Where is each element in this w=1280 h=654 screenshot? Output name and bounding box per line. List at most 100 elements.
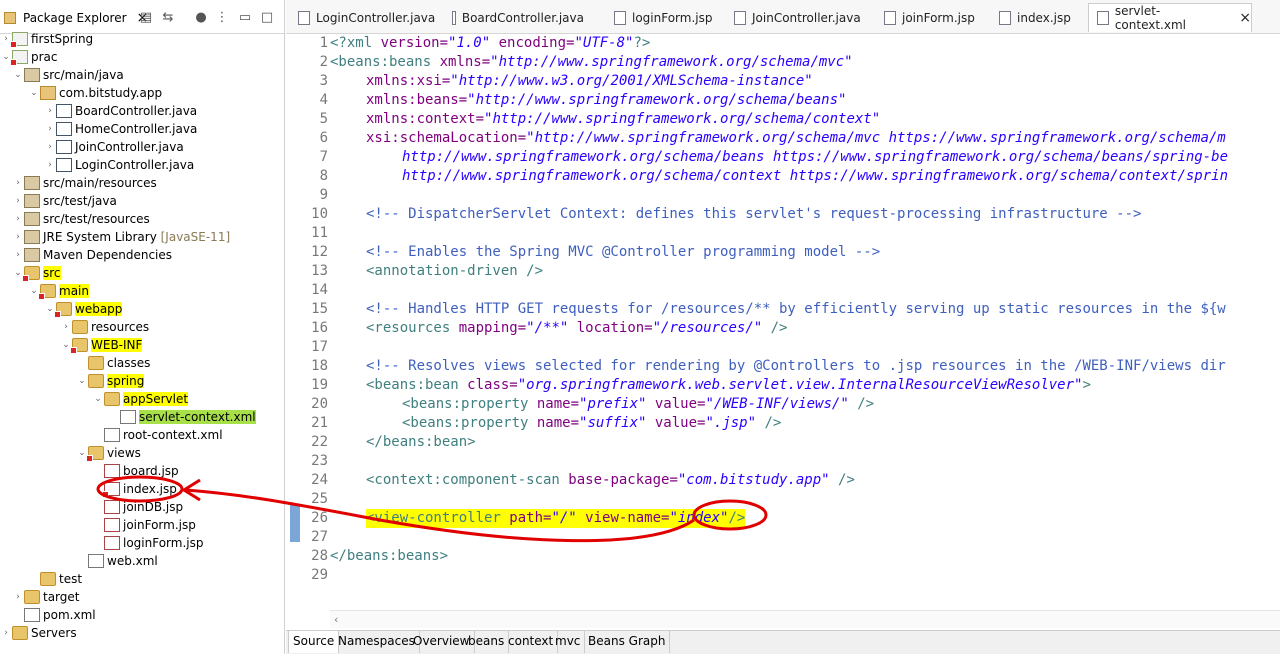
folder-icon <box>12 626 28 640</box>
tree-item-maven-deps[interactable]: › Maven Dependencies <box>12 246 172 264</box>
scroll-left-icon[interactable]: ‹ <box>334 613 338 626</box>
line-number: 13 <box>311 263 328 279</box>
jre-version: [JavaSE-11] <box>160 230 231 244</box>
package-explorer-header: Package Explorer × ▤ ⇆ ● ⋮ ▭ □ <box>0 0 284 34</box>
line-number: 2 <box>319 54 328 70</box>
tree-item-target[interactable]: › target <box>12 588 80 606</box>
code-line-10: <!-- DispatcherServlet Context: defines … <box>366 206 1142 222</box>
tree-item-spring[interactable]: ⌄ spring <box>76 372 145 390</box>
tree-item-servlet-context[interactable]: servlet-context.xml <box>108 408 256 426</box>
line-number: 15 <box>311 301 328 317</box>
tree-item-test[interactable]: test <box>28 570 82 588</box>
tree-item-root-context[interactable]: root-context.xml <box>92 426 223 444</box>
line-number: 24 <box>311 472 328 488</box>
tree-item-classes[interactable]: classes <box>76 354 150 372</box>
tab-label: JoinController.java <box>752 10 861 25</box>
link-editor-icon[interactable]: ⇆ <box>159 8 177 26</box>
tree-item-web-xml[interactable]: web.xml <box>76 552 158 570</box>
tab-joincontroller[interactable]: JoinController.java <box>726 3 866 32</box>
tab-beans-graph[interactable]: Beans Graph <box>584 631 671 653</box>
tab-loginform[interactable]: loginForm.jsp <box>606 3 716 32</box>
tree-label: classes <box>107 356 151 370</box>
tree-item-webapp[interactable]: ⌄ webapp <box>44 300 123 318</box>
line-number: 28 <box>311 548 328 564</box>
line-number: 7 <box>319 149 328 165</box>
tree-label: Servers <box>31 626 77 640</box>
tab-logincontroller[interactable]: LoginController.java <box>290 3 442 32</box>
tree-item-src[interactable]: ⌄ src <box>12 264 61 282</box>
tree-item-servers[interactable]: › Servers <box>0 624 77 642</box>
jsp-file-icon <box>999 10 1011 25</box>
minimize-icon[interactable]: ▭ <box>236 8 254 26</box>
tree-item-web-inf[interactable]: ⌄ WEB-INF <box>60 336 143 354</box>
tree-label: LoginController.java <box>75 158 195 172</box>
collapse-all-icon[interactable]: ▤ <box>137 8 155 26</box>
tree-label: joinDB.jsp <box>123 500 184 514</box>
tree-item-joinform-jsp[interactable]: joinForm.jsp <box>92 516 196 534</box>
tree-item-src-main-java[interactable]: ⌄ src/main/java <box>12 66 124 84</box>
tree-item-firstspring[interactable]: › firstSpring <box>0 30 93 48</box>
horizontal-scrollbar[interactable]: ‹ <box>330 610 1280 628</box>
package-explorer-tab[interactable]: Package Explorer × <box>0 4 152 32</box>
tree-item-index-jsp[interactable]: index.jsp <box>92 480 177 498</box>
library-icon <box>24 248 40 262</box>
tree-label: spring <box>107 374 145 388</box>
line-number: 29 <box>311 567 328 583</box>
tab-index[interactable]: index.jsp <box>991 3 1081 32</box>
tree-item-resources[interactable]: › resources <box>60 318 149 336</box>
line-number: 12 <box>311 244 328 260</box>
tree-item-package[interactable]: ⌄ com.bitstudy.app <box>28 84 162 102</box>
tree-item-boardcontroller[interactable]: › BoardController.java <box>44 102 197 120</box>
folder-icon <box>40 572 56 586</box>
tab-source[interactable]: Source <box>288 631 340 653</box>
code-editor[interactable]: 1 2 3 4 5 6 7 8 9 10 11 12 13 14 15 16 17 18 19 20 21 22 23 24 2… <box>286 34 1280 630</box>
tree-label: board.jsp <box>123 464 179 478</box>
line-number: 20 <box>311 396 328 412</box>
view-menu-icon[interactable]: ⋮ <box>213 8 231 26</box>
tree-item-src-main-resources[interactable]: › src/main/resources <box>12 174 157 192</box>
java-file-icon <box>452 10 456 25</box>
tree-label: servlet-context.xml <box>139 410 256 424</box>
maximize-icon[interactable]: □ <box>258 8 276 26</box>
package-icon <box>40 86 56 100</box>
tab-beans[interactable]: beans <box>464 631 510 653</box>
editor-tab-bar: LoginController.java BoardController.jav… <box>286 0 1280 34</box>
tree-item-prac[interactable]: ⌄ prac <box>0 48 58 66</box>
tree-item-logincontroller[interactable]: › LoginController.java <box>44 156 194 174</box>
tab-servlet-context[interactable]: servlet-context.xml × <box>1088 3 1252 32</box>
line-number: 16 <box>311 320 328 336</box>
jsp-file-icon <box>104 464 120 478</box>
tree-label: HomeController.java <box>75 122 198 136</box>
xml-file-icon <box>1097 11 1109 25</box>
close-tab-icon[interactable]: × <box>1239 10 1251 26</box>
focus-icon[interactable]: ● <box>192 8 210 26</box>
tab-namespaces[interactable]: Namespaces <box>334 631 420 653</box>
code-area[interactable]: <?xml version="1.0" encoding="UTF-8"?> <… <box>330 34 1280 614</box>
tree-item-board-jsp[interactable]: board.jsp <box>92 462 179 480</box>
code-line-28: </beans:beans> <box>330 548 449 564</box>
code-line-24: <context:component-scan base-package="co… <box>366 472 855 488</box>
tree-item-joindb-jsp[interactable]: joinDB.jsp <box>92 498 183 516</box>
tree-item-src-test-java[interactable]: › src/test/java <box>12 192 117 210</box>
java-file-icon <box>56 104 72 118</box>
tree-item-homecontroller[interactable]: › HomeController.java <box>44 120 197 138</box>
tree-item-appservlet[interactable]: ⌄ appServlet <box>92 390 189 408</box>
tree-label: src/test/resources <box>43 212 150 226</box>
folder-icon <box>22 266 40 282</box>
tree-item-main[interactable]: ⌄ main <box>28 282 89 300</box>
tree-item-src-test-resources[interactable]: › src/test/resources <box>12 210 150 228</box>
tree-item-loginform-jsp[interactable]: loginForm.jsp <box>92 534 203 552</box>
tab-joinform[interactable]: joinForm.jsp <box>876 3 976 32</box>
tree-item-views[interactable]: ⌄ views <box>76 444 141 462</box>
tab-mvc[interactable]: mvc <box>551 631 586 653</box>
tab-label: BoardController.java <box>461 10 584 25</box>
tree-item-joincontroller[interactable]: › JoinController.java <box>44 138 184 156</box>
code-line-4: xmlns:beans="http://www.springframework.… <box>366 92 847 108</box>
tree-item-pom[interactable]: pom.xml <box>12 606 96 624</box>
java-file-icon <box>298 10 310 25</box>
tree-item-jre-library[interactable]: › JRE System Library [JavaSE-11] <box>12 228 230 246</box>
tree-label: prac <box>31 50 58 64</box>
editor-page-tabs: Source Namespaces Overview beans context… <box>286 630 1280 654</box>
tab-boardcontroller[interactable]: BoardController.java <box>444 3 584 32</box>
tree-label: src/main/resources <box>43 176 157 190</box>
